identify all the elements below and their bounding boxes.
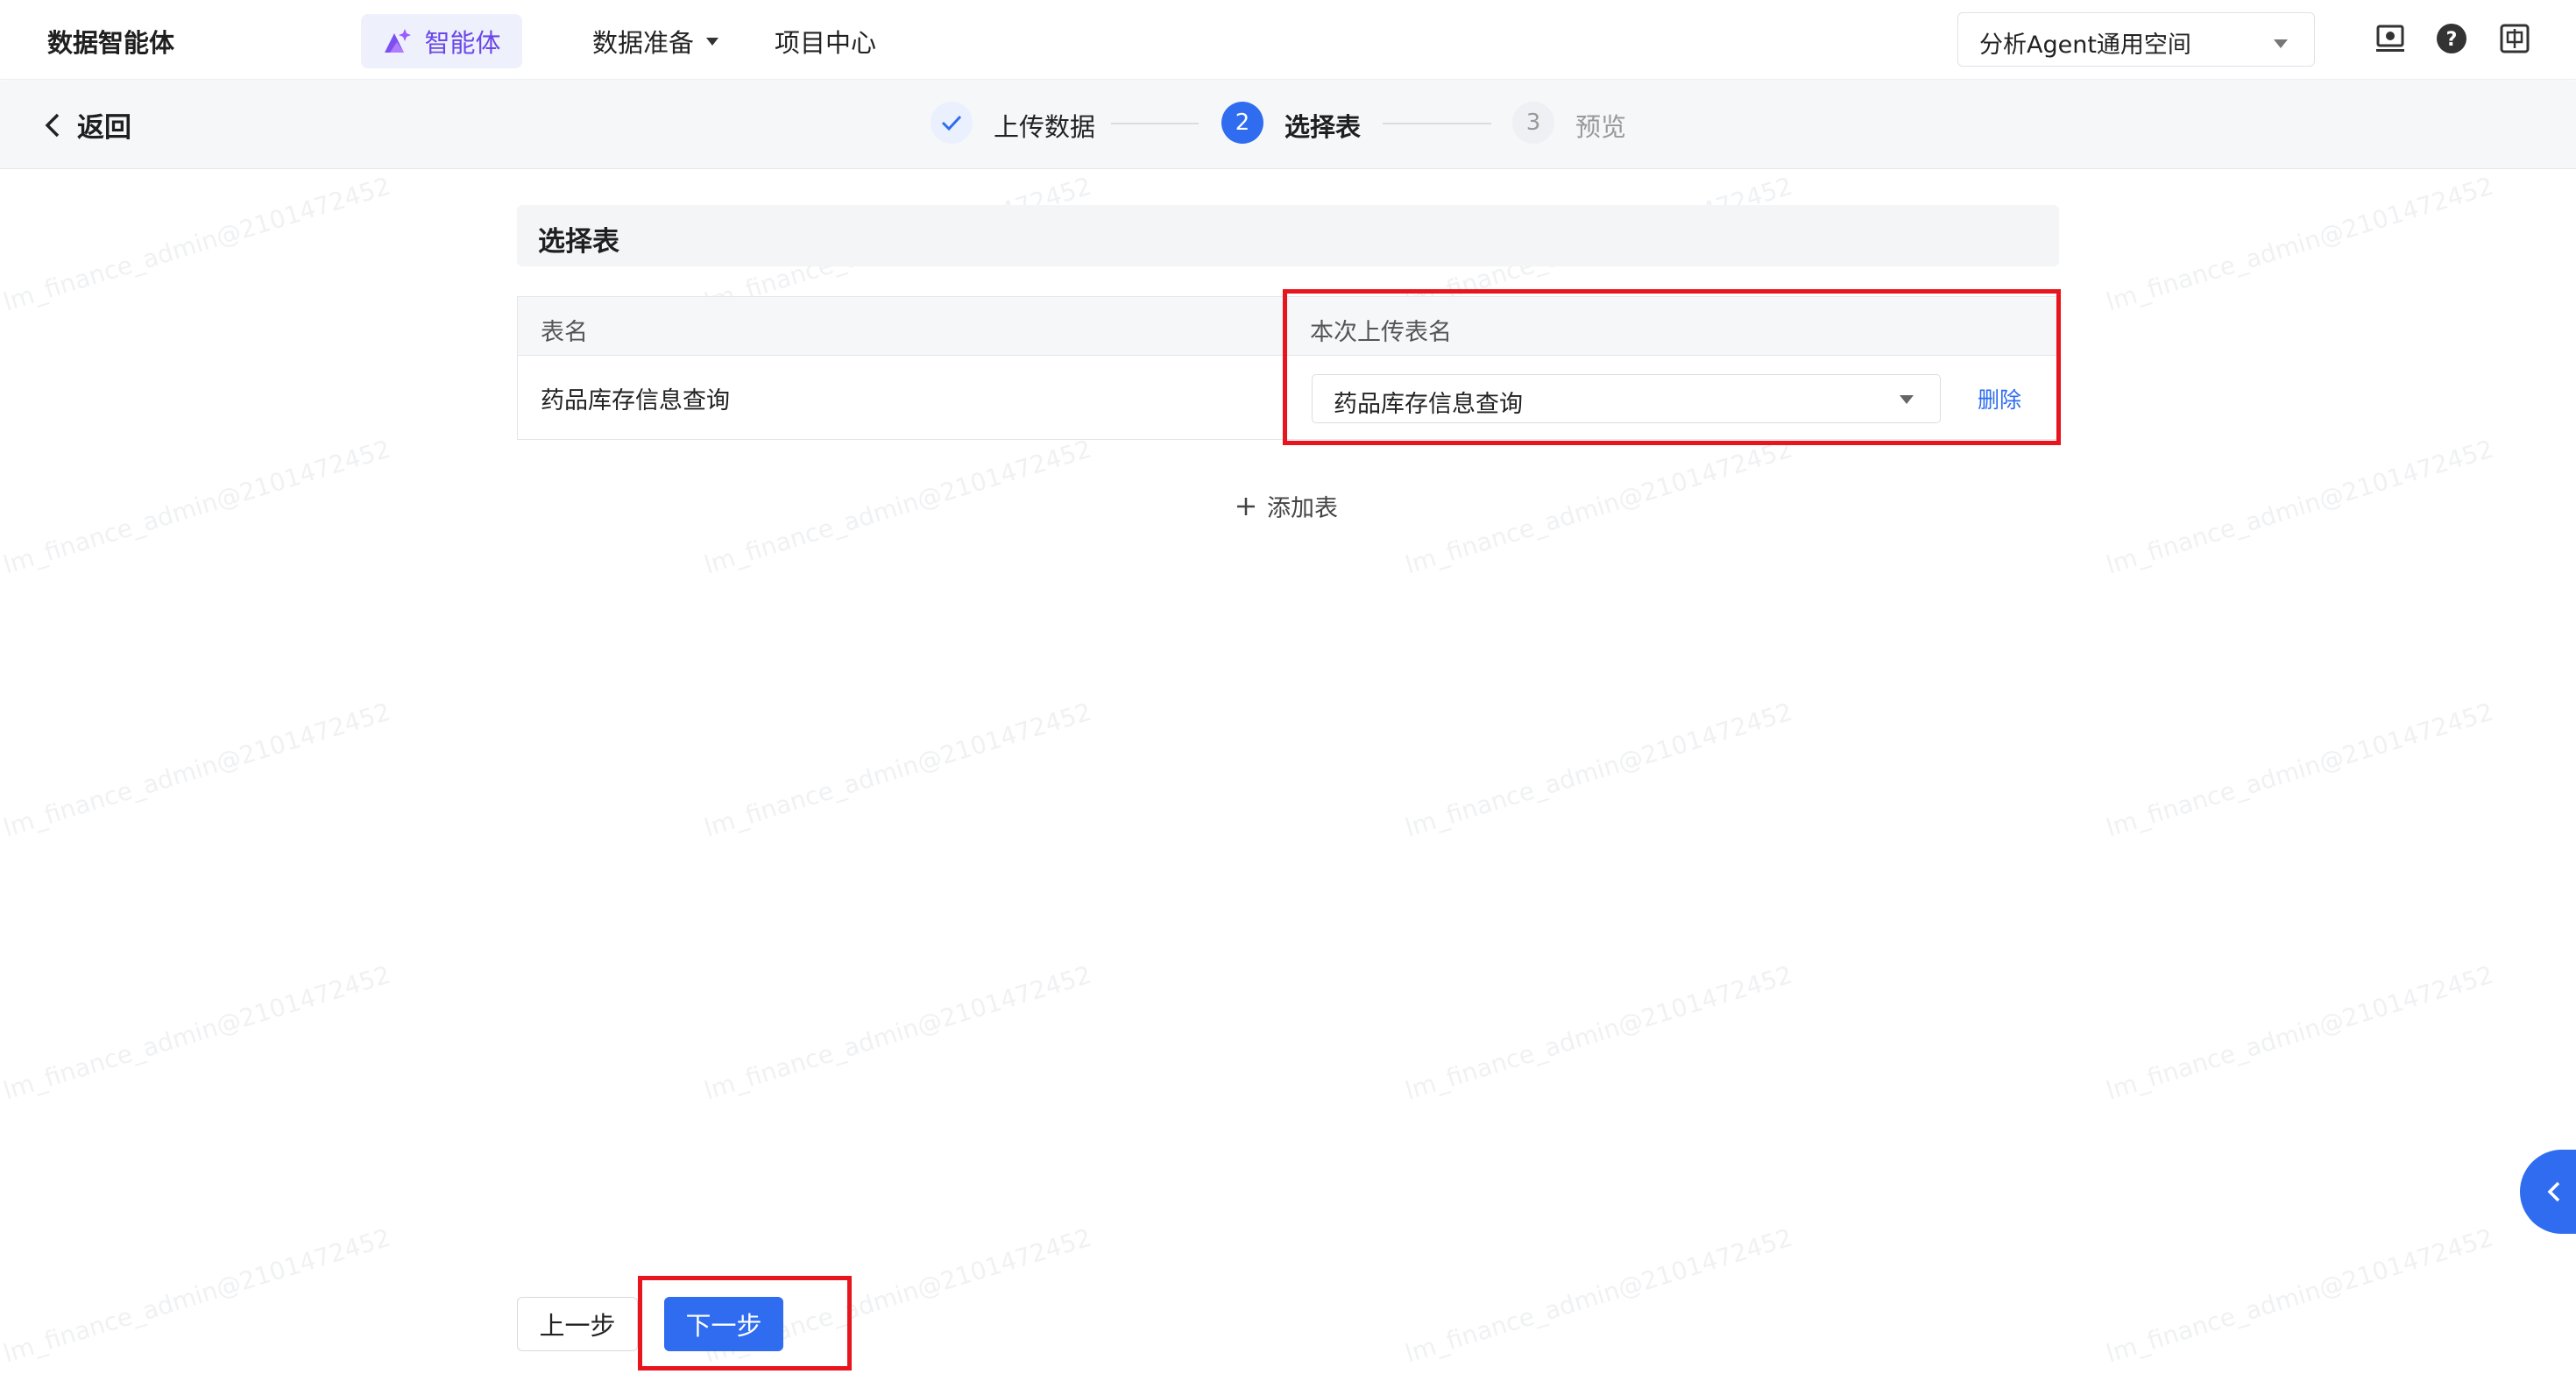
column-divider (1285, 297, 1286, 439)
watermark-text: lm_finance_admin@2101472452 (2103, 1222, 2497, 1369)
help-icon[interactable]: ? (2436, 23, 2467, 54)
step-connector (1383, 123, 1491, 124)
row-table-name: 药品库存信息查询 (541, 387, 730, 414)
brand-title[interactable]: 数据智能体 (47, 23, 174, 60)
watermark-text: lm_finance_admin@2101472452 (1402, 960, 1796, 1106)
caret-down-icon (1900, 395, 1914, 404)
watermark-text: lm_finance_admin@2101472452 (2103, 171, 2497, 317)
step-connector (1111, 123, 1199, 124)
watermark-text: lm_finance_admin@2101472452 (0, 697, 394, 843)
chevron-left-icon (2547, 1181, 2560, 1202)
table-header: 表名 本次上传表名 (518, 297, 2058, 356)
caret-down-icon (706, 37, 719, 46)
check-icon (941, 115, 962, 131)
watermark-text: lm_finance_admin@2101472452 (701, 434, 1095, 580)
step-3-circle: 3 (1512, 102, 1554, 144)
section-header: 选择表 (517, 205, 2059, 266)
language-icon[interactable] (2499, 23, 2530, 54)
watermark-text: lm_finance_admin@2101472452 (1402, 1222, 1796, 1369)
watermark-text: lm_finance_admin@2101472452 (2103, 960, 2497, 1106)
caret-down-icon (2274, 39, 2288, 48)
step-2-number: 2 (1235, 110, 1250, 136)
column-header-upload-name: 本次上传表名 (1310, 319, 1452, 346)
back-button[interactable]: 返回 (44, 105, 131, 145)
plus-icon (1237, 497, 1255, 515)
watermark-text: lm_finance_admin@2101472452 (1402, 697, 1796, 843)
delete-row-link[interactable]: 删除 (1978, 383, 2021, 414)
nav-menu-project-center[interactable]: 项目中心 (775, 23, 876, 60)
nav-tab-agent[interactable]: 智能体 (361, 14, 522, 68)
next-step-button[interactable]: 下一步 (664, 1297, 783, 1351)
upload-name-select[interactable]: 药品库存信息查询 (1312, 374, 1941, 423)
add-table-button[interactable]: 添加表 (1235, 489, 1338, 523)
section-title: 选择表 (538, 226, 619, 258)
upload-name-select-value: 药品库存信息查询 (1334, 391, 1523, 418)
step-header: 返回 上传数据 2 选择表 3 预览 (0, 81, 2576, 169)
top-nav: 数据智能体 智能体 数据准备 项目中心 分析Agent通用空间 ? (0, 0, 2576, 80)
step-3-number: 3 (1525, 110, 1541, 136)
watermark-text: lm_finance_admin@2101472452 (0, 434, 394, 580)
watermark-text: lm_finance_admin@2101472452 (701, 697, 1095, 843)
nav-menu-data-prep[interactable]: 数据准备 (592, 23, 719, 60)
step-1-circle (931, 102, 973, 144)
side-panel-toggle[interactable] (2520, 1150, 2576, 1234)
watermark-text: lm_finance_admin@2101472452 (2103, 434, 2497, 580)
chevron-left-icon (45, 113, 60, 137)
step-3-label: 预览 (1575, 112, 1627, 142)
step-2-label: 选择表 (1284, 112, 1362, 142)
space-select[interactable]: 分析Agent通用空间 (1957, 12, 2315, 67)
add-table-label: 添加表 (1267, 495, 1338, 522)
watermark-text: lm_finance_admin@2101472452 (0, 960, 394, 1106)
select-table: 表名 本次上传表名 药品库存信息查询 药品库存信息查询 删除 (517, 296, 2059, 440)
step-1-label: 上传数据 (994, 112, 1096, 142)
step-2-circle: 2 (1221, 102, 1263, 144)
screenshot-icon[interactable] (2374, 23, 2406, 54)
watermark-text: lm_finance_admin@2101472452 (701, 960, 1095, 1106)
prev-step-button[interactable]: 上一步 (517, 1297, 638, 1351)
nav-tab-agent-label: 智能体 (424, 28, 501, 58)
watermark-text: lm_finance_admin@2101472452 (0, 171, 394, 317)
nav-menu-project-center-label: 项目中心 (775, 28, 877, 58)
space-select-value: 分析Agent通用空间 (1979, 32, 2191, 59)
back-label: 返回 (77, 112, 131, 144)
watermark-text: lm_finance_admin@2101472452 (0, 1222, 394, 1369)
nav-menu-data-prep-label: 数据准备 (592, 28, 695, 58)
watermark-text: lm_finance_admin@2101472452 (1402, 434, 1796, 580)
agent-sparkle-icon (385, 29, 412, 53)
watermark-text: lm_finance_admin@2101472452 (2103, 697, 2497, 843)
svg-text:?: ? (2446, 29, 2458, 51)
column-header-table-name: 表名 (541, 319, 588, 346)
